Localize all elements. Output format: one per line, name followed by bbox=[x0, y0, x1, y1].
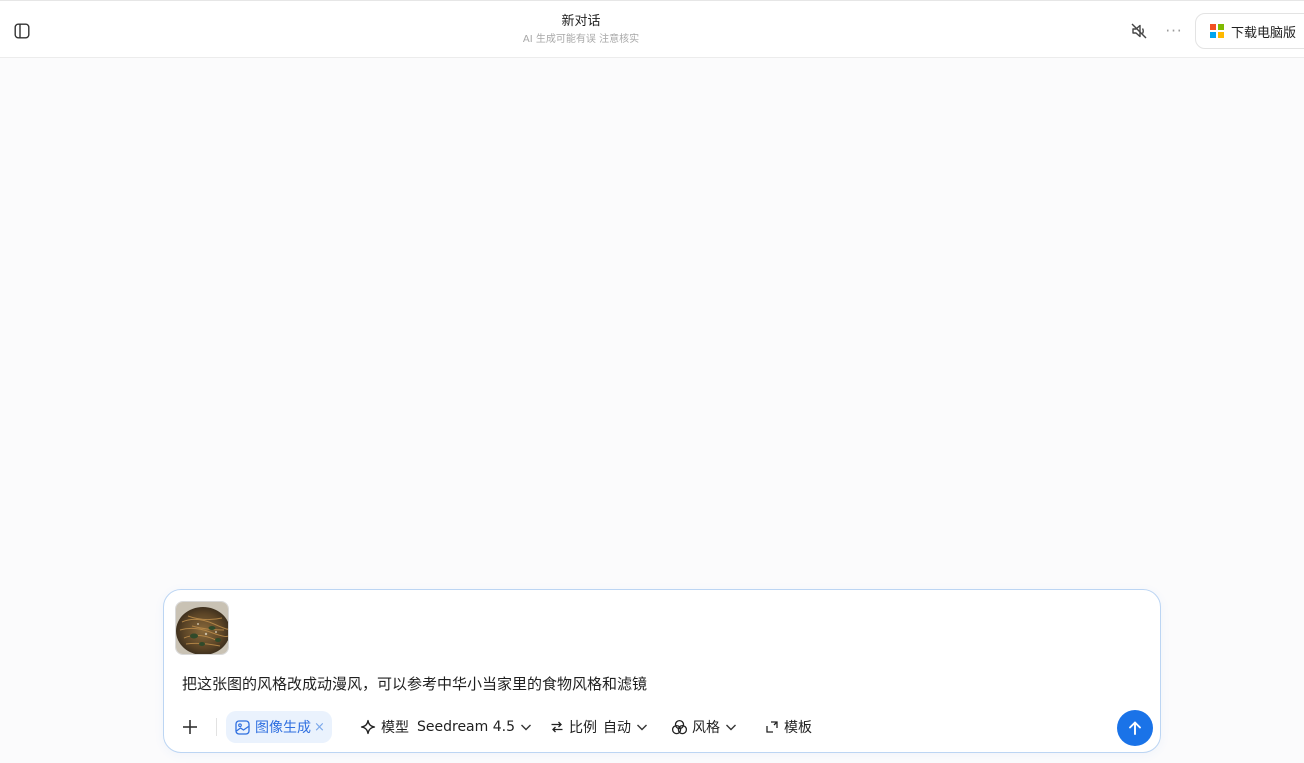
model-value: Seedream 4.5 bbox=[417, 719, 515, 735]
speaker-muted-icon[interactable] bbox=[1128, 20, 1150, 42]
composer-toolbar: 图像生成 × 模型 Seedream 4.5 比例 自动 风格 模板 bbox=[164, 710, 1162, 746]
ratio-selector[interactable]: 比例 自动 bbox=[550, 711, 648, 743]
ratio-label: 比例 bbox=[569, 720, 597, 736]
food-photo-icon bbox=[176, 602, 228, 654]
plus-icon bbox=[183, 720, 197, 734]
page-title: 新对话 bbox=[561, 14, 601, 29]
more-icon: ··· bbox=[1165, 22, 1183, 40]
style-selector[interactable]: 风格 bbox=[671, 711, 737, 743]
attached-image-thumbnail[interactable] bbox=[175, 601, 229, 655]
message-composer[interactable]: 把这张图的风格改成动漫风，可以参考中华小当家里的食物风格和滤镜 图像生成 × 模… bbox=[163, 589, 1161, 753]
sidebar-toggle-icon[interactable] bbox=[11, 20, 33, 42]
adjust-icon bbox=[551, 721, 563, 733]
close-icon[interactable]: × bbox=[314, 720, 325, 735]
download-desktop-button[interactable]: 下载电脑版 bbox=[1195, 13, 1304, 49]
top-bar: 新对话 AI 生成可能有误 注意核实 ··· 下载电脑版 bbox=[0, 0, 1304, 58]
download-label: 下载电脑版 bbox=[1231, 25, 1297, 41]
conversation-title-block: 新对话 AI 生成可能有误 注意核实 bbox=[480, 13, 682, 47]
send-button[interactable] bbox=[1117, 710, 1153, 746]
image-generation-label: 图像生成 bbox=[255, 720, 311, 736]
model-selector[interactable]: 模型 Seedream 4.5 bbox=[360, 711, 532, 743]
chevron-down-icon bbox=[520, 721, 532, 733]
model-label: 模型 bbox=[381, 720, 409, 736]
palette-icon bbox=[671, 719, 688, 734]
template-label: 模板 bbox=[784, 720, 812, 736]
ai-disclaimer: AI 生成可能有误 注意核实 bbox=[522, 34, 640, 45]
prompt-input[interactable]: 把这张图的风格改成动漫风，可以参考中华小当家里的食物风格和滤镜 bbox=[182, 674, 647, 694]
sparkle-icon bbox=[360, 719, 376, 735]
chevron-down-icon bbox=[725, 721, 737, 733]
expand-icon bbox=[766, 721, 778, 733]
arrow-up-icon bbox=[1129, 721, 1141, 735]
windows-logo-icon bbox=[1210, 24, 1224, 38]
image-generation-chip[interactable]: 图像生成 × bbox=[226, 711, 332, 743]
chevron-down-icon bbox=[636, 721, 648, 733]
ratio-value: 自动 bbox=[603, 720, 631, 736]
image-icon bbox=[235, 719, 250, 735]
template-button[interactable]: 模板 bbox=[765, 711, 812, 743]
more-options-button[interactable]: ··· bbox=[1161, 20, 1187, 42]
add-attachment-button[interactable] bbox=[180, 717, 200, 737]
toolbar-divider bbox=[216, 718, 217, 736]
style-label: 风格 bbox=[692, 720, 720, 736]
